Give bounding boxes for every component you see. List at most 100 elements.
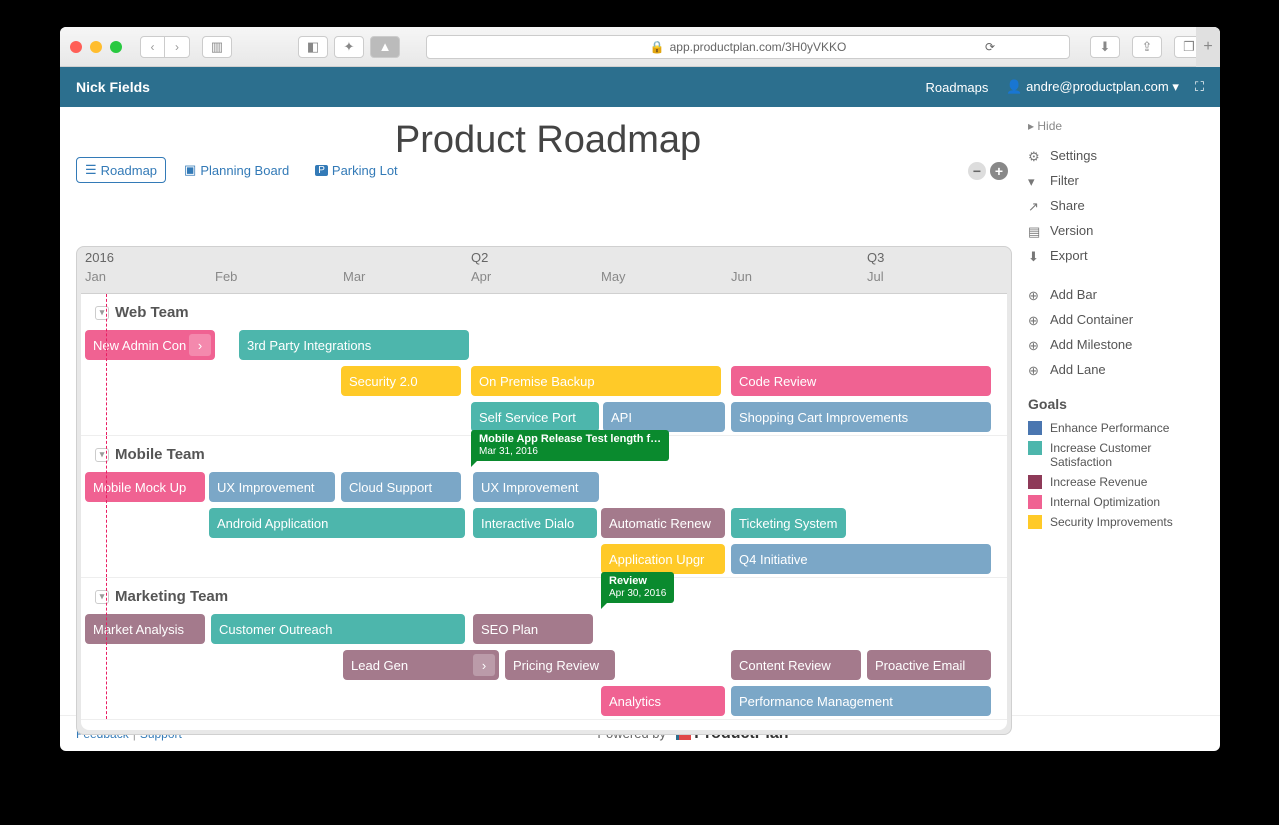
roadmap-bar[interactable]: Automatic Renew [601,508,725,538]
goal-swatch [1028,495,1042,509]
goal-label: Security Improvements [1050,515,1173,529]
add-milestone-link[interactable]: ⊕Add Milestone [1028,332,1206,357]
lane-title: Web Team [115,304,189,321]
roadmap-bar[interactable]: Application Upgr [601,544,725,574]
share-link[interactable]: ↗Share [1028,193,1206,218]
milestone[interactable]: Mobile App Release Test length f…Mar 31,… [471,430,669,461]
roadmap-bar[interactable]: Customer Outreach [211,614,465,644]
extension-icon-1[interactable]: ◧ [298,36,328,58]
roadmaps-link[interactable]: Roadmaps [925,80,988,95]
roadmap-bar[interactable]: UX Improvement [209,472,335,502]
add-container-link[interactable]: ⊕Add Container [1028,307,1206,332]
zoom-controls: − + [968,162,1008,180]
user-menu[interactable]: 👤 andre@productplan.com ▾ [1006,79,1179,95]
download-icon[interactable]: ⬇ [1090,36,1120,58]
tab-parking[interactable]: PParking Lot [307,157,405,183]
version-icon: ▤ [1028,224,1042,238]
settings-link[interactable]: ⚙Settings [1028,143,1206,168]
lane-header[interactable]: ▾Marketing Team [81,578,1007,611]
track: AnalyticsPerformance Management [81,683,1007,719]
close-window-button[interactable] [70,41,82,53]
track: Mobile Mock UpUX ImprovementCloud Suppor… [81,469,1007,505]
roadmap-bar[interactable]: Cloud Support [341,472,461,502]
roadmap-bar[interactable]: Market Analysis [85,614,205,644]
add-bar-link[interactable]: ⊕Add Bar [1028,282,1206,307]
goal-item[interactable]: Increase Customer Satisfaction [1028,438,1206,472]
extension-icon-2[interactable]: ✦ [334,36,364,58]
url-bar[interactable]: 🔒 app.productplan.com/3H0yVKKO ⟳ [426,35,1070,59]
plus-icon: ⊕ [1028,288,1042,302]
roadmap-bar[interactable]: Android Application [209,508,465,538]
warning-icon[interactable]: ▲ [370,36,400,58]
roadmap-bar[interactable]: Mobile Mock Up [85,472,205,502]
roadmap-bar[interactable]: Pricing Review [505,650,615,680]
goals-heading: Goals [1028,396,1206,412]
plus-icon: ⊕ [1028,313,1042,327]
forward-button[interactable]: › [165,36,190,58]
track: New Admin Con› 3rd Party Integrations [81,327,1007,363]
roadmap-bar[interactable]: Q4 Initiative [731,544,991,574]
today-line [106,436,107,577]
goal-label: Internal Optimization [1050,495,1160,509]
milestone[interactable]: ReviewApr 30, 2016 [601,572,674,603]
roadmap-bar[interactable]: Lead Gen› [343,650,499,680]
reload-icon[interactable]: ⟳ [985,40,995,54]
share-icon[interactable]: ⇪ [1132,36,1162,58]
expand-icon[interactable]: › [473,654,495,676]
roadmap-bar[interactable]: UX Improvement [473,472,599,502]
minimize-window-button[interactable] [90,41,102,53]
goal-item[interactable]: Enhance Performance [1028,418,1206,438]
track: Market AnalysisCustomer Outreach SEO Plan [81,611,1007,647]
timeline: 2016 Q2 Q3 Jan Feb Mar Apr May Jun Jul ▾… [76,246,1012,735]
roadmap-bar[interactable]: Security 2.0 [341,366,461,396]
zoom-out-button[interactable]: − [968,162,986,180]
roadmap-bar[interactable]: SEO Plan [473,614,593,644]
roadmap-bar[interactable]: Performance Management [731,686,991,716]
side-panel: ▸ Hide ⚙Settings ▾Filter ↗Share ▤Version… [1020,107,1220,715]
zoom-in-button[interactable]: + [990,162,1008,180]
quarter-q2: Q2 [471,250,488,265]
hide-panel-link[interactable]: ▸ Hide [1028,119,1206,133]
year-label: 2016 [85,250,114,265]
roadmap-bar[interactable]: Self Service Port [471,402,599,432]
roadmap-bar[interactable]: Proactive Email [867,650,991,680]
roadmap-bar[interactable]: API [603,402,725,432]
tab-roadmap[interactable]: ☰Roadmap [76,157,166,183]
back-button[interactable]: ‹ [140,36,165,58]
new-tab-button[interactable]: + [1196,27,1220,67]
fullscreen-icon[interactable]: ⛶ [1195,79,1204,95]
goal-swatch [1028,421,1042,435]
parking-icon: P [315,165,328,176]
lane-header[interactable]: ▾Web Team [81,294,1007,327]
expand-icon[interactable]: › [189,334,211,356]
roadmap-bar[interactable]: Shopping Cart Improvements [731,402,991,432]
timeline-header: 2016 Q2 Q3 Jan Feb Mar Apr May Jun Jul [77,247,1011,293]
roadmap-bar[interactable]: Code Review [731,366,991,396]
tab-planning[interactable]: ▣Planning Board [176,157,297,183]
download-icon: ⬇ [1028,249,1042,263]
roadmap-bar[interactable]: Analytics [601,686,725,716]
track: Android Application Interactive DialoAuto… [81,505,1007,541]
roadmap-bar[interactable]: Content Review [731,650,861,680]
roadmap-bar[interactable]: New Admin Con› [85,330,215,360]
version-link[interactable]: ▤Version [1028,218,1206,243]
sidebar-toggle-icon[interactable]: ▥ [202,36,232,58]
roadmap-bar[interactable]: On Premise Backup [471,366,721,396]
export-link[interactable]: ⬇Export [1028,243,1206,268]
lock-icon: 🔒 [650,40,665,54]
month-may: May [601,269,626,284]
goal-label: Enhance Performance [1050,421,1169,435]
goal-item[interactable]: Increase Revenue [1028,472,1206,492]
goal-item[interactable]: Internal Optimization [1028,492,1206,512]
add-lane-link[interactable]: ⊕Add Lane [1028,357,1206,382]
roadmap-bar[interactable]: Interactive Dialo [473,508,597,538]
view-tabs: ☰Roadmap ▣Planning Board PParking Lot [76,157,406,183]
month-jan: Jan [85,269,106,284]
goal-item[interactable]: Security Improvements [1028,512,1206,532]
filter-link[interactable]: ▾Filter [1028,168,1206,193]
lanes-container: ▾Web TeamNew Admin Con› 3rd Party Integra… [81,293,1007,730]
roadmap-bar[interactable]: 3rd Party Integrations [239,330,469,360]
goal-label: Increase Customer Satisfaction [1050,441,1206,469]
zoom-window-button[interactable] [110,41,122,53]
roadmap-bar[interactable]: Ticketing System [731,508,846,538]
